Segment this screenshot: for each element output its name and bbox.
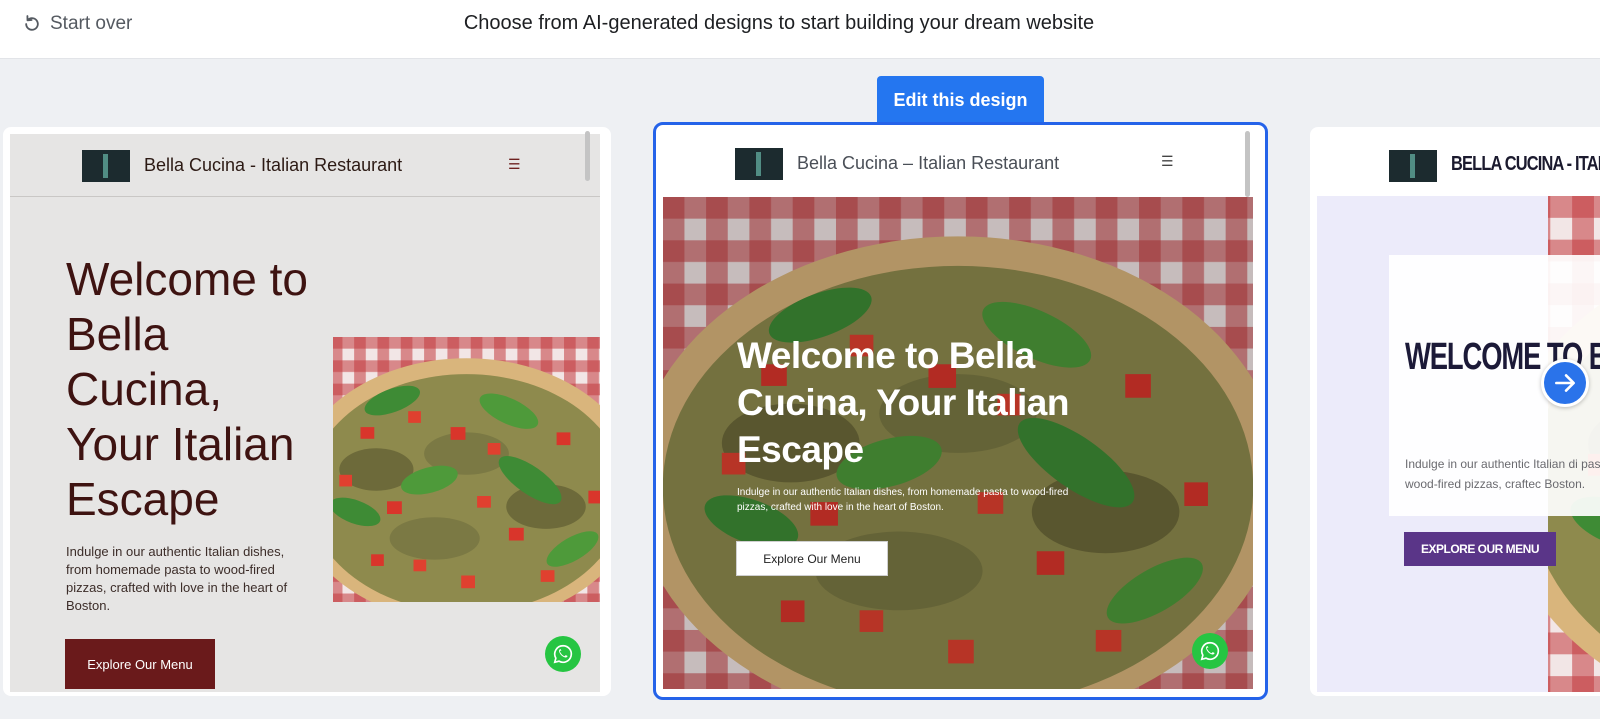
design-preview-3: BELLA CUCINA - ITALIA WELCOME TO BE YOUR…	[1317, 134, 1600, 692]
explore-menu-button: Explore Our Menu	[736, 541, 888, 576]
preview-heading: Welcome to Bella Cucina, Your Italian Es…	[66, 253, 309, 525]
preview-text: Indulge in our authentic Italian di past…	[1405, 457, 1600, 491]
explore-menu-button: EXPLORE OUR MENU	[1404, 532, 1556, 566]
logo-image	[735, 148, 783, 180]
page-title: Choose from AI-generated designs to star…	[463, 12, 1095, 34]
preview-text: Indulge in our authentic Italian dishes,…	[737, 487, 1069, 513]
hero-section: Welcome to Bella Cucina, Your Italian Es…	[663, 197, 1253, 689]
preview-heading: Welcome to Bella Cucina, Your Italian Es…	[737, 335, 1069, 470]
design-preview-2: Bella Cucina – Italian Restaurant ☰ Welc…	[663, 131, 1253, 689]
next-design-button[interactable]	[1541, 359, 1589, 407]
design-card-2-selected[interactable]: Bella Cucina – Italian Restaurant ☰ Welc…	[653, 122, 1268, 700]
preview-brand: Bella Cucina – Italian Restaurant	[797, 153, 1060, 173]
preview-brand: BELLA CUCINA - ITALIA	[1451, 153, 1600, 175]
preview-header: Bella Cucina - Italian Restaurant ☰	[10, 134, 600, 197]
design-preview-1: Bella Cucina - Italian Restaurant ☰ Welc…	[10, 134, 600, 692]
top-bar: Start over Choose from AI-generated desi…	[0, 0, 1600, 59]
scrollbar[interactable]	[585, 131, 590, 181]
scrollbar[interactable]	[1245, 131, 1250, 197]
whatsapp-icon	[1192, 633, 1228, 669]
whatsapp-icon	[545, 636, 581, 672]
explore-menu-button: Explore Our Menu	[65, 639, 215, 689]
logo-image	[82, 150, 130, 182]
logo-image	[1389, 150, 1437, 182]
design-card-1[interactable]: Bella Cucina - Italian Restaurant ☰ Welc…	[3, 127, 611, 696]
preview-text: Indulge in our authentic Italian dishes,…	[66, 544, 288, 613]
hamburger-icon: ☰	[1161, 153, 1174, 169]
edit-this-design-button[interactable]: Edit this design	[877, 76, 1044, 124]
hamburger-icon: ☰	[508, 156, 521, 172]
pizza-image	[333, 337, 600, 602]
preview-brand: Bella Cucina - Italian Restaurant	[144, 155, 403, 175]
arrow-right-icon	[1555, 374, 1575, 392]
design-card-3[interactable]: BELLA CUCINA - ITALIA WELCOME TO BE YOUR…	[1310, 127, 1600, 696]
